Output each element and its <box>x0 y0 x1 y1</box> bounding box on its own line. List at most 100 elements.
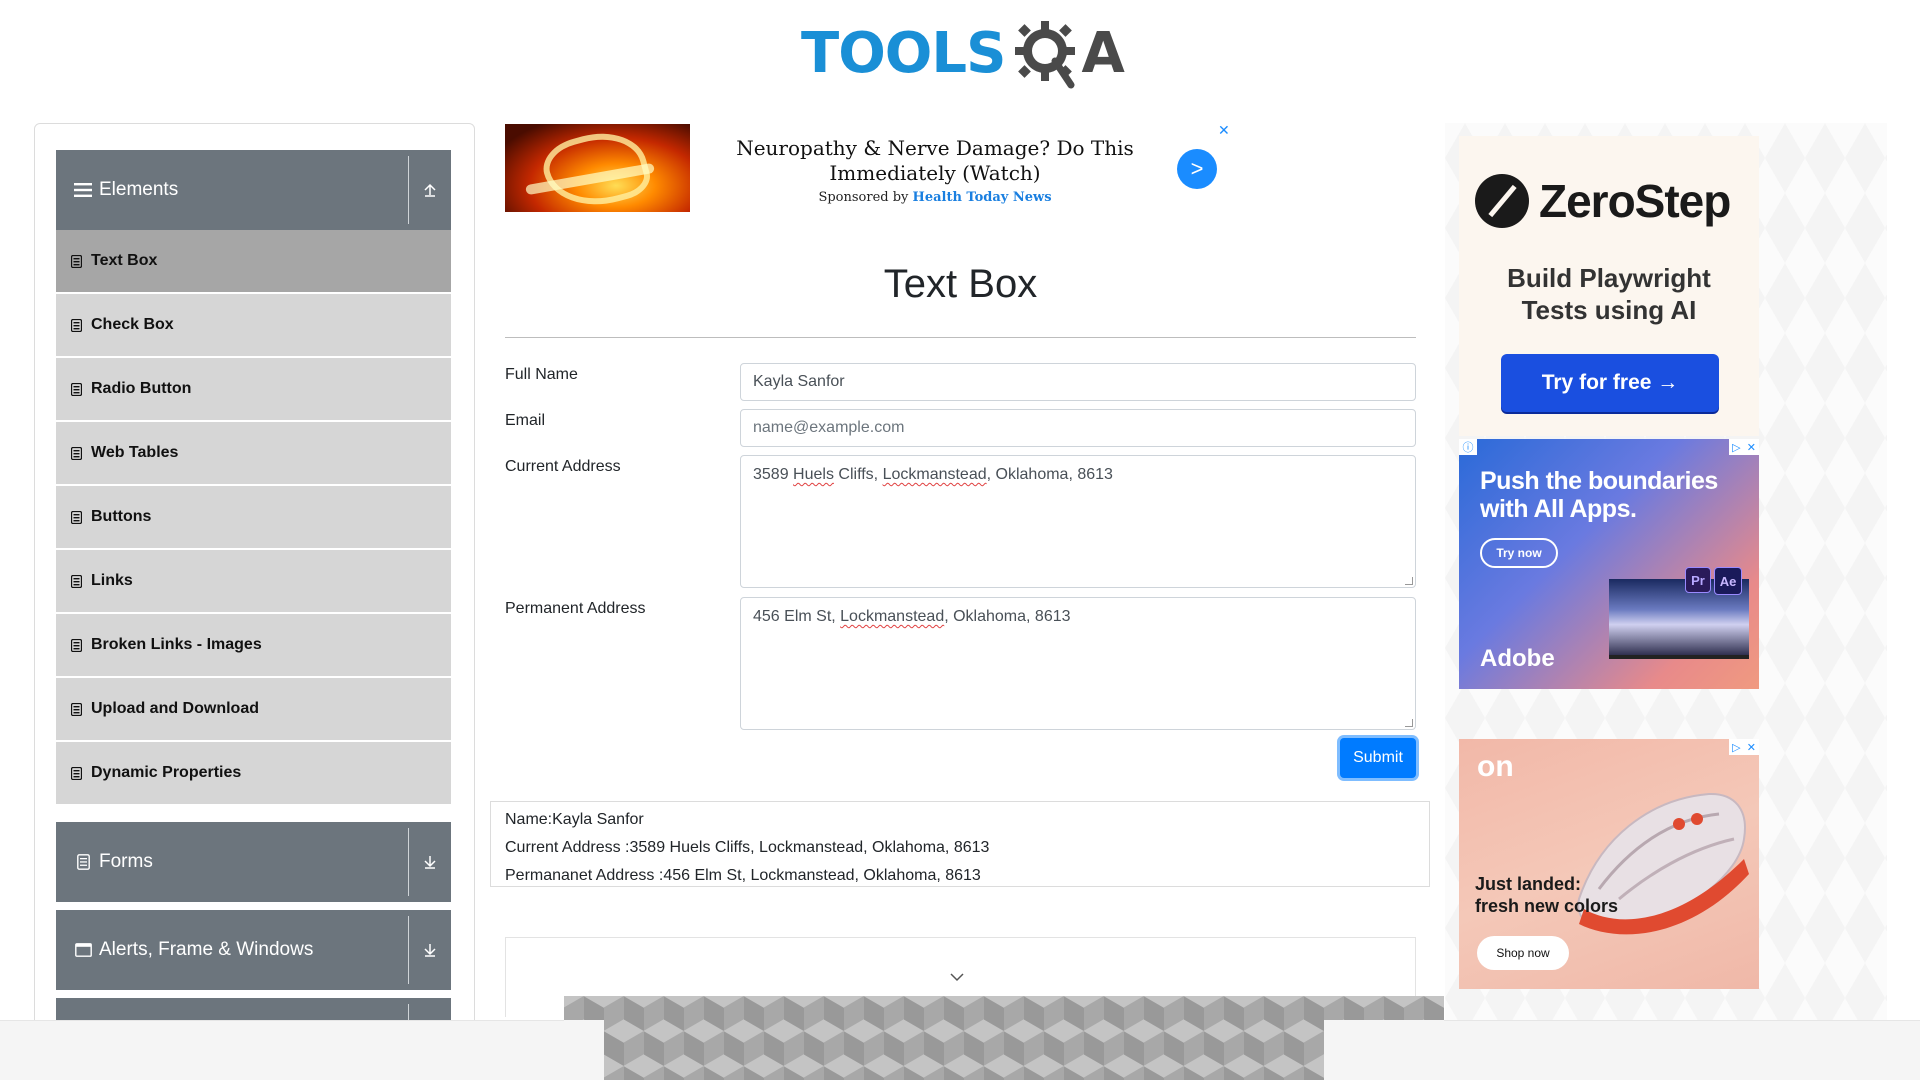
page-title: Text Box <box>883 262 1038 306</box>
on-logo: on <box>1477 750 1514 783</box>
list-icon <box>71 254 85 268</box>
current-address-textarea[interactable]: 3589 Huels Cliffs, Lockmanstead, Oklahom… <box>740 455 1416 588</box>
resize-handle-icon[interactable] <box>1405 577 1413 585</box>
ad-headline[interactable]: Neuropathy & Nerve Damage? Do This Immed… <box>725 136 1145 186</box>
toolsqa-logo[interactable]: TOOLS A <box>801 14 1125 94</box>
menu-item-dynamic-properties[interactable]: Dynamic Properties <box>56 742 451 804</box>
zerostep-ad[interactable]: ZeroStep Build Playwright Tests using AI… <box>1459 136 1759 436</box>
collapse-up-icon[interactable] <box>409 150 451 230</box>
menu-item-label: Web Tables <box>91 444 179 461</box>
adobe-headline: Push the boundaries with All Apps. <box>1480 467 1718 523</box>
top-banner-ad[interactable]: Neuropathy & Nerve Damage? Do This Immed… <box>505 122 1235 212</box>
on-running-ad[interactable]: ▷ ✕ on Just landed: fresh new colors Shop… <box>1459 739 1759 989</box>
list-icon <box>71 446 85 460</box>
close-icon: ✕ <box>1746 441 1756 454</box>
output-permanent-address: Permananet Address :456 Elm St, Lockmans… <box>505 867 981 884</box>
list-icon <box>71 638 85 652</box>
email-input[interactable]: name@example.com <box>740 409 1416 447</box>
current-address-label: Current Address <box>505 458 621 475</box>
menu-item-radio-button[interactable]: Radio Button <box>56 358 451 420</box>
title-divider <box>505 337 1416 338</box>
ad-close-badge[interactable]: ▷ ✕ <box>1729 439 1759 455</box>
output-name: Name:Kayla Sanfor <box>505 811 644 828</box>
menu-item-label: Check Box <box>91 316 174 333</box>
group-header-forms[interactable]: Forms <box>56 822 451 902</box>
zerostep-logo: ZeroStep <box>1475 174 1731 228</box>
hamburger-icon <box>73 183 93 197</box>
current-address-value: 3589 Huels Cliffs, Lockmanstead, Oklahom… <box>753 466 1113 483</box>
adobe-try-now-button[interactable]: Try now <box>1480 538 1558 568</box>
output-current-address: Current Address :3589 Huels Cliffs, Lock… <box>505 839 990 856</box>
zerostep-tagline: Build Playwright Tests using AI <box>1507 263 1711 325</box>
on-headline: Just landed: fresh new colors <box>1475 874 1619 916</box>
list-icon <box>71 766 85 780</box>
ad-sponsor-line: Sponsored by Health Today News <box>725 190 1145 205</box>
permanent-address-textarea[interactable]: 456 Elm St, Lockmanstead, Oklahoma, 8613 <box>740 597 1416 730</box>
group-label: Forms <box>99 851 153 872</box>
resize-handle-icon[interactable] <box>1405 719 1413 727</box>
menu-item-upload-download[interactable]: Upload and Download <box>56 678 451 740</box>
after-effects-icon: Ae <box>1714 567 1742 595</box>
list-icon <box>71 574 85 588</box>
menu-item-label: Links <box>91 572 133 589</box>
list-icon <box>71 382 85 396</box>
output-panel: Name:Kayla Sanfor Current Address :3589 … <box>490 801 1430 887</box>
menu-item-label: Buttons <box>91 508 152 525</box>
chevron-down-icon[interactable] <box>948 968 966 986</box>
submit-button[interactable]: Submit <box>1340 738 1416 778</box>
document-icon <box>73 854 93 870</box>
list-icon <box>71 510 85 524</box>
menu-item-web-tables[interactable]: Web Tables <box>56 422 451 484</box>
menu-item-label: Radio Button <box>91 380 192 397</box>
logo-qa-mark: A <box>1011 17 1125 91</box>
expand-down-icon[interactable] <box>409 822 451 902</box>
full-name-label: Full Name <box>505 366 578 383</box>
bottom-bar-right-area <box>1324 1020 1444 1080</box>
shop-now-button[interactable]: Shop now <box>1477 936 1569 970</box>
try-for-free-button[interactable]: Try for free → <box>1501 354 1719 412</box>
group-label: Alerts, Frame & Windows <box>99 939 314 960</box>
permanent-address-label: Permanent Address <box>505 600 646 617</box>
bottom-bar-left-area <box>564 1020 604 1080</box>
logo-a-text: A <box>1081 21 1125 86</box>
list-icon <box>71 702 85 716</box>
close-icon: ✕ <box>1746 741 1756 754</box>
menu-item-text-box[interactable]: Text Box <box>56 230 451 292</box>
menu-item-buttons[interactable]: Buttons <box>56 486 451 548</box>
adchoices-arrow-icon: ▷ <box>1732 441 1741 454</box>
group-label: Elements <box>99 179 179 200</box>
adobe-ad[interactable]: ⓘ ▷ ✕ Push the boundaries with All Apps. … <box>1459 439 1759 689</box>
menu-item-check-box[interactable]: Check Box <box>56 294 451 356</box>
ad-close-badge[interactable]: ▷ ✕ <box>1729 739 1759 755</box>
ad-sponsor-name[interactable]: Health Today News <box>913 190 1052 205</box>
elements-menu-list: Text Box Check Box Radio Button Web Tabl… <box>56 230 451 806</box>
gear-icon <box>1015 21 1076 89</box>
expand-down-icon[interactable] <box>409 910 451 990</box>
full-name-value: Kayla Sanfor <box>753 373 845 390</box>
ad-arrow-button[interactable]: > <box>1177 149 1217 189</box>
bottom-banner-ad[interactable] <box>564 996 1444 1080</box>
menu-item-label: Broken Links - Images <box>91 636 262 653</box>
window-icon <box>73 943 93 957</box>
menu-item-broken-links[interactable]: Broken Links - Images <box>56 614 451 676</box>
full-name-input[interactable]: Kayla Sanfor <box>740 363 1416 401</box>
ad-image[interactable] <box>505 124 690 212</box>
menu-item-label: Dynamic Properties <box>91 764 242 781</box>
group-header-elements[interactable]: Elements <box>56 150 451 230</box>
menu-item-links[interactable]: Links <box>56 550 451 612</box>
adchoices-arrow-icon: ▷ <box>1732 741 1741 754</box>
ad-sponsored-prefix: Sponsored by <box>818 190 909 205</box>
list-icon <box>71 318 85 332</box>
close-icon[interactable]: ✕ <box>1218 122 1230 139</box>
menu-item-label: Text Box <box>91 252 158 269</box>
adobe-logo: Adobe <box>1480 645 1555 672</box>
premiere-pro-icon: Pr <box>1685 567 1711 593</box>
zerostep-name: ZeroStep <box>1539 175 1731 227</box>
menu-item-label: Upload and Download <box>91 700 259 717</box>
email-label: Email <box>505 412 546 429</box>
zerostep-logo-icon <box>1475 174 1529 228</box>
left-sidebar: Elements Text Box Check Box Radio Button… <box>34 123 475 1053</box>
adchoices-icon[interactable]: ⓘ <box>1459 439 1477 455</box>
group-header-alerts-frame-windows[interactable]: Alerts, Frame & Windows <box>56 910 451 990</box>
permanent-address-value: 456 Elm St, Lockmanstead, Oklahoma, 8613 <box>753 608 1071 625</box>
